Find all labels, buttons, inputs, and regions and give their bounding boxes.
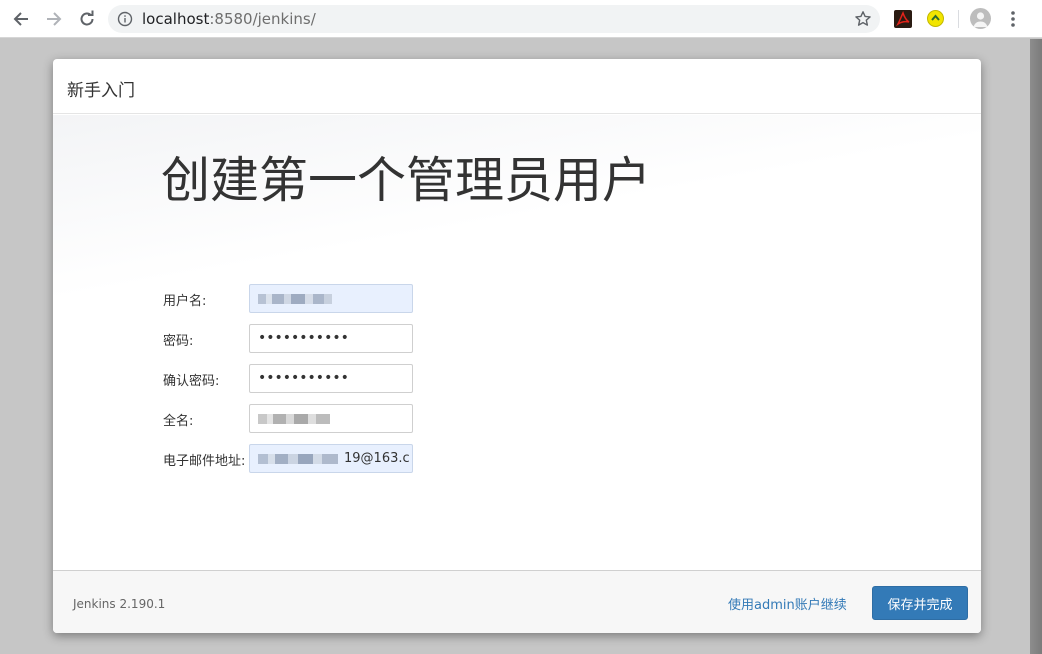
password-row: 密码: ••••••••••• [163, 324, 463, 354]
browser-toolbar: localhost:8580/jenkins/ [0, 0, 1042, 38]
email-label: 电子邮件地址: [163, 454, 246, 469]
address-bar[interactable]: localhost:8580/jenkins/ [108, 5, 880, 33]
save-and-finish-button[interactable]: 保存并完成 [872, 586, 968, 620]
forward-button[interactable] [42, 7, 66, 31]
fullname-input[interactable] [249, 404, 413, 433]
username-row: 用户名: [163, 284, 463, 314]
redacted-text [258, 413, 330, 424]
continue-as-admin-link[interactable]: 使用admin账户继续 [728, 594, 847, 613]
redacted-text [258, 293, 332, 304]
fullname-row: 全名: [163, 404, 463, 434]
dialog-header: 新手入门 [53, 59, 981, 114]
reload-icon [80, 10, 94, 26]
username-input[interactable] [249, 284, 413, 313]
arrow-right-icon [47, 12, 62, 26]
page-title: 创建第一个管理员用户 [161, 152, 652, 209]
person-icon [973, 12, 988, 27]
url-text: localhost:8580/jenkins/ [142, 10, 316, 28]
toolbar-divider [958, 10, 959, 28]
email-input[interactable]: 19@163.c [249, 444, 413, 473]
confirm-password-input[interactable]: ••••••••••• [249, 364, 413, 393]
password-label: 密码: [163, 334, 194, 349]
redacted-text [258, 453, 338, 464]
reload-button[interactable] [75, 7, 99, 31]
dialog-footer: Jenkins 2.190.1 使用admin账户继续 保存并完成 [53, 570, 981, 633]
acrobat-icon [896, 11, 910, 27]
info-icon[interactable] [117, 11, 133, 27]
arrow-extension-icon [931, 14, 940, 21]
fullname-label: 全名: [163, 414, 194, 429]
setup-wizard-dialog: 新手入门 创建第一个管理员用户 用户名: 密码: ••••••••••• 确认密… [53, 59, 981, 633]
page-scrollbar[interactable] [1006, 39, 1042, 654]
version-label: Jenkins 2.190.1 [73, 597, 166, 611]
more-vert-icon[interactable] [1005, 9, 1021, 29]
back-button[interactable] [9, 7, 33, 31]
arrow-left-icon [13, 12, 28, 26]
profile-avatar[interactable] [970, 8, 991, 29]
extension-icon[interactable] [927, 10, 944, 27]
email-value: 19@163.c [344, 451, 410, 466]
confirm-password-label: 确认密码: [163, 374, 220, 389]
password-value: ••••••••••• [258, 330, 349, 346]
pdf-extension-icon[interactable] [894, 10, 912, 28]
confirm-password-value: ••••••••••• [258, 370, 349, 386]
username-label: 用户名: [163, 294, 207, 309]
dialog-body: 创建第一个管理员用户 用户名: 密码: ••••••••••• 确认密码: ••… [53, 115, 981, 570]
password-input[interactable]: ••••••••••• [249, 324, 413, 353]
url-host: localhost [142, 10, 210, 28]
url-path: :8580/jenkins/ [209, 10, 316, 28]
bookmark-star-icon[interactable] [854, 10, 872, 28]
email-row: 电子邮件地址: 19@163.c [163, 444, 463, 474]
dialog-title: 新手入门 [67, 81, 135, 101]
confirm-password-row: 确认密码: ••••••••••• [163, 364, 463, 394]
